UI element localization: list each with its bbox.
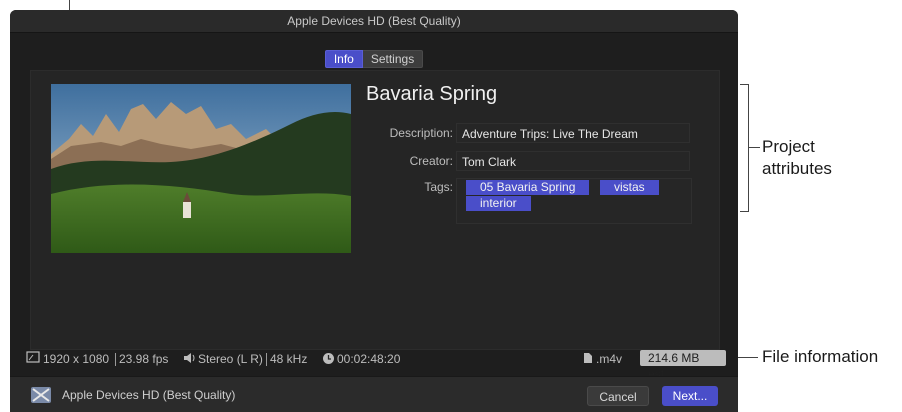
speaker-icon [183,352,197,367]
creator-field[interactable]: Tom Clark [456,151,690,171]
description-field[interactable]: Adventure Trips: Live The Dream [456,123,690,143]
sample-rate-value: 48 kHz [270,352,308,366]
file-information-callout: File information [762,347,879,366]
audio-value: Stereo (L R) [198,352,263,366]
tab-bar: Info Settings [10,50,738,68]
preset-name: Apple Devices HD (Best Quality) [62,388,236,402]
project-title: Bavaria Spring [366,83,498,105]
cancel-button[interactable]: Cancel [587,386,649,406]
frame-icon [26,351,40,366]
project-attributes-bracket [748,84,749,212]
tag-token[interactable]: interior [466,196,531,211]
clock-icon [322,352,335,368]
project-thumbnail [51,84,351,253]
tab-info[interactable]: Info [324,50,363,68]
file-info-bar: 1920 x 1080 23.98 fps Stereo (L R) 48 kH… [26,350,726,381]
tags-label: Tags: [424,180,453,194]
file-extension: .m4v [596,352,623,366]
divider [115,353,116,366]
project-attributes-callout: Project attributes [762,137,832,178]
document-icon [583,352,593,367]
tab-settings[interactable]: Settings [362,50,424,68]
dialog-footer: Apple Devices HD (Best Quality) Cancel N… [10,376,738,412]
export-dialog: Apple Devices HD (Best Quality) Info Sett… [10,10,738,412]
resolution-value: 1920 x 1080 [43,352,110,366]
apple-devices-icon [30,384,52,411]
next-button[interactable]: Next... [662,386,718,406]
divider [266,353,267,366]
tag-token[interactable]: vistas [600,180,659,195]
fps-value: 23.98 fps [119,352,169,366]
description-label: Description: [389,126,453,140]
window-title: Apple Devices HD (Best Quality) [10,10,738,33]
duration-value: 00:02:48:20 [337,352,401,366]
creator-label: Creator: [409,154,453,168]
tag-token[interactable]: 05 Bavaria Spring [466,180,590,195]
file-size-badge: 214.6 MB est. [640,350,726,381]
